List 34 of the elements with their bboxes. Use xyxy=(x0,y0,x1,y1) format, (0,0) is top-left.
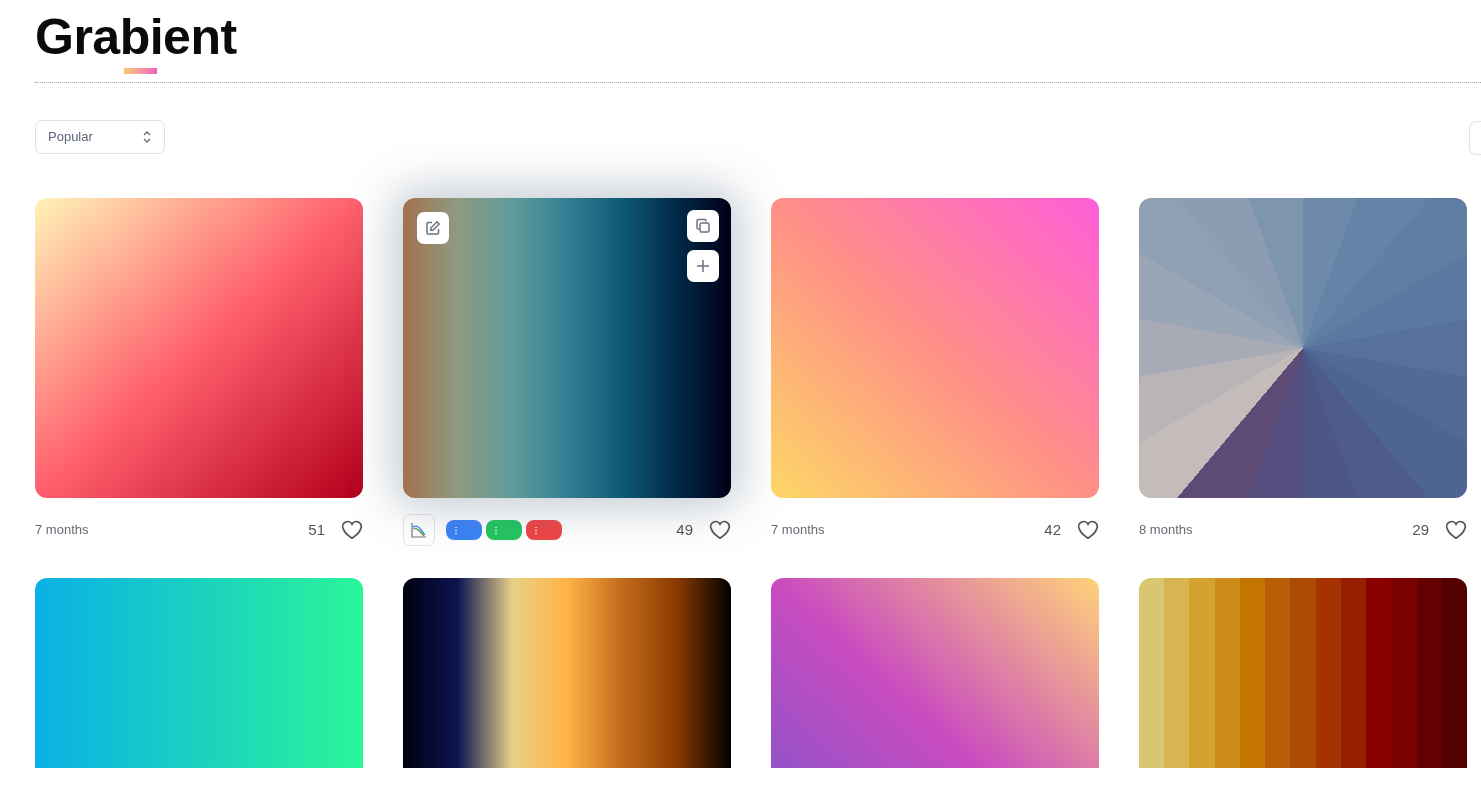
like-button[interactable] xyxy=(1445,520,1467,540)
plus-icon xyxy=(697,260,709,272)
like-count: 49 xyxy=(676,519,693,540)
chart-button[interactable] xyxy=(403,514,435,546)
like-count: 42 xyxy=(1044,519,1061,540)
color-pill[interactable] xyxy=(446,520,482,540)
age-label: 7 months xyxy=(35,521,89,540)
add-button[interactable] xyxy=(687,250,719,282)
color-pill[interactable] xyxy=(526,520,562,540)
heart-icon xyxy=(1445,520,1467,540)
logo-underline xyxy=(124,68,157,74)
color-pill[interactable] xyxy=(486,520,522,540)
logo-wordmark[interactable]: Grabient xyxy=(35,12,237,62)
gradient-swatch[interactable] xyxy=(403,198,731,498)
gradient-swatch[interactable] xyxy=(35,198,363,498)
like-button[interactable] xyxy=(341,520,363,540)
heart-icon xyxy=(1077,520,1099,540)
gradient-swatch[interactable] xyxy=(771,198,1099,498)
heart-icon xyxy=(709,520,731,540)
edit-button[interactable] xyxy=(417,212,449,244)
edit-icon xyxy=(425,220,441,236)
age-label: 7 months xyxy=(771,521,825,540)
chevron-up-down-icon xyxy=(142,130,152,144)
copy-icon xyxy=(695,218,711,234)
curve-chart-icon xyxy=(410,521,428,539)
like-count: 29 xyxy=(1412,519,1429,540)
heart-icon xyxy=(341,520,363,540)
like-button[interactable] xyxy=(1077,520,1099,540)
like-button[interactable] xyxy=(709,520,731,540)
like-count: 51 xyxy=(308,519,325,540)
sort-dropdown[interactable]: Popular xyxy=(35,120,165,154)
gradient-swatch[interactable] xyxy=(1139,198,1467,498)
copy-button[interactable] xyxy=(687,210,719,242)
age-label: 8 months xyxy=(1139,521,1193,540)
